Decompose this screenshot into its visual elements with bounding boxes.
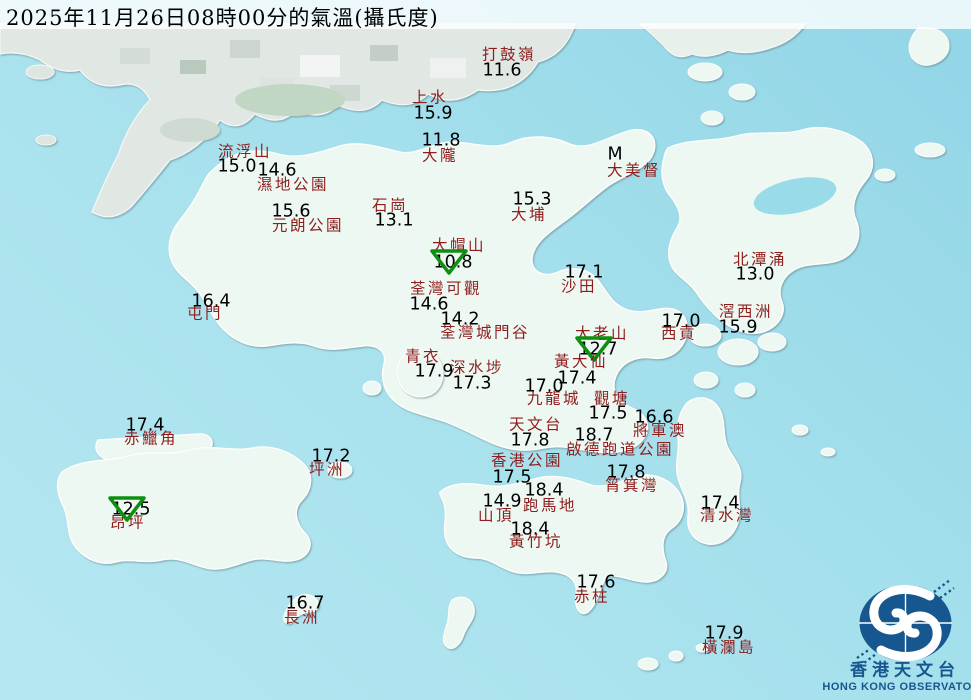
station-temperature-value: 17.3 — [453, 375, 492, 393]
station-name-label: 大美督 — [607, 163, 661, 179]
station-temperature-value: 13.1 — [375, 212, 414, 230]
hko-logo-english-name: HONG KONG OBSERVATORY — [822, 681, 971, 693]
station-temperature-value: 10.8 — [434, 254, 473, 272]
station-name-label: 大隴 — [422, 148, 458, 164]
station-temperature-value: 15.6 — [272, 203, 311, 221]
hko-temperature-map-page: 打鼓嶺11.6上水15.9大隴11.8流浮山15.0濕地公園14.6大美督M石崗… — [0, 0, 971, 700]
station-temperature-value: 14.2 — [441, 311, 480, 329]
station-temperature-value: 15.9 — [719, 319, 758, 337]
station-temperature-value: 18.4 — [525, 482, 564, 500]
title-bar: 2025年11月26日08時00分的氣溫(攝氏度) — [0, 0, 971, 29]
station-temperature-value: 11.8 — [422, 132, 461, 150]
station-temperature-value: 18.7 — [575, 427, 614, 445]
station-temperature-value: 14.6 — [258, 162, 297, 180]
station-temperature-value: 17.9 — [705, 625, 744, 643]
station-temperature-value: 17.2 — [312, 448, 351, 466]
station-name-label: 跑馬地 — [523, 498, 577, 514]
station-temperature-value: 15.0 — [218, 158, 257, 176]
station-temperature-value: 13.0 — [736, 266, 775, 284]
station-missing-data-flag: M — [607, 146, 622, 164]
station-temperature-value: 17.4 — [701, 495, 740, 513]
station-temperature-value: 16.7 — [286, 595, 325, 613]
station-temperature-value: 15.3 — [513, 191, 552, 209]
station-temperature-value: 17.9 — [415, 363, 454, 381]
hko-logo-chinese-name: 香港天文台 — [850, 656, 960, 681]
station-name-label: 大埔 — [511, 207, 547, 223]
station-temperature-value: 17.5 — [589, 405, 628, 423]
station-temperature-value: 17.8 — [607, 464, 646, 482]
station-temperature-value: 15.9 — [414, 105, 453, 123]
station-temperature-value: 17.0 — [525, 378, 564, 396]
stations-layer: 打鼓嶺11.6上水15.9大隴11.8流浮山15.0濕地公園14.6大美督M石崗… — [0, 0, 971, 700]
station-temperature-value: 14.9 — [483, 493, 522, 511]
station-temperature-value: 18.4 — [511, 521, 550, 539]
station-temperature-value: 17.4 — [126, 417, 165, 435]
station-temperature-value: 17.1 — [565, 264, 604, 282]
station-temperature-value: 16.4 — [192, 293, 231, 311]
station-temperature-value: 12.5 — [112, 501, 151, 519]
station-temperature-value: 17.6 — [577, 574, 616, 592]
station-temperature-value: 11.6 — [483, 62, 522, 80]
map-title: 2025年11月26日08時00分的氣溫(攝氏度) — [6, 2, 439, 32]
station-temperature-value: 17.0 — [662, 313, 701, 331]
station-temperature-value: 17.8 — [511, 432, 550, 450]
station-temperature-value: 16.6 — [635, 409, 674, 427]
